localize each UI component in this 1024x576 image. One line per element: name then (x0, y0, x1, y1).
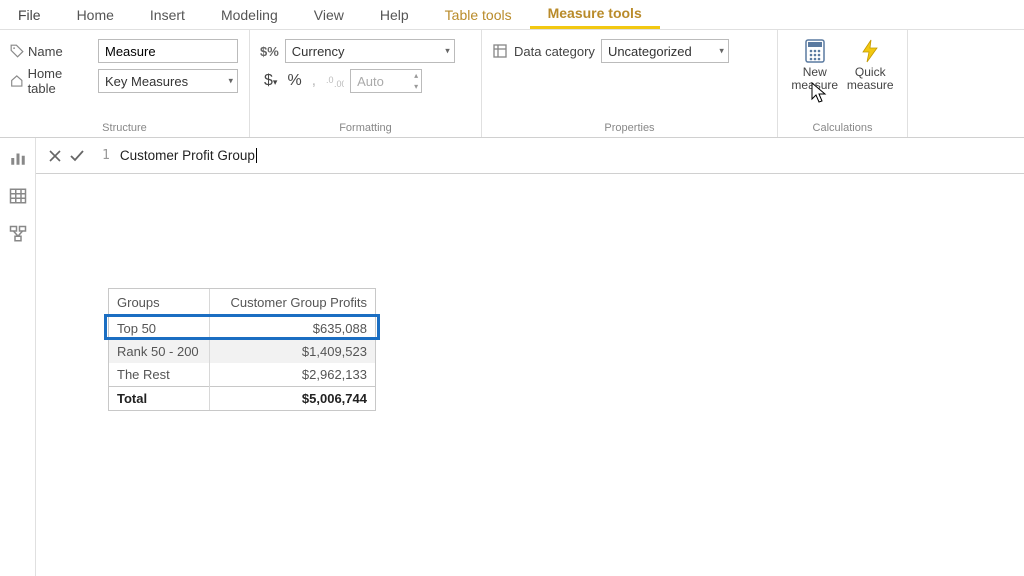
data-view-button[interactable] (8, 186, 28, 206)
home-icon (10, 74, 24, 88)
formula-bar: 1 Customer Profit Group (36, 138, 1024, 174)
data-category-label: Data category (492, 43, 595, 59)
formula-commit-button[interactable] (66, 145, 88, 167)
formula-line-number: 1 (102, 148, 110, 163)
tab-modeling[interactable]: Modeling (203, 0, 296, 29)
table-row[interactable]: The Rest $2,962,133 (109, 363, 375, 387)
thousands-button[interactable]: , (308, 72, 320, 90)
currency-button[interactable]: $▾ (260, 72, 281, 90)
svg-text:.00: .00 (334, 79, 344, 88)
table-total-row[interactable]: Total $5,006,744 (109, 387, 375, 411)
measure-name-input[interactable] (98, 39, 238, 63)
menu-bar: File Home Insert Modeling View Help Tabl… (0, 0, 1024, 30)
tab-insert[interactable]: Insert (132, 0, 203, 29)
new-measure-button[interactable]: New measure (788, 38, 842, 122)
home-table-select[interactable]: Key Measures▾ (98, 69, 238, 93)
name-label: Name (10, 44, 92, 59)
table-visual[interactable]: Groups Customer Group Profits Top 50 $63… (108, 288, 376, 411)
report-view-button[interactable] (8, 148, 28, 168)
svg-text:.0: .0 (326, 75, 334, 85)
ribbon-group-calculations: New measure Quick measure Calculations (778, 30, 908, 137)
check-icon (69, 149, 85, 163)
column-header-profits[interactable]: Customer Group Profits (209, 289, 375, 317)
model-view-button[interactable] (8, 224, 28, 244)
ribbon: Name Home table Key Measures▾ Structure … (0, 30, 1024, 138)
tab-help[interactable]: Help (362, 0, 427, 29)
group-label-calculations: Calculations (788, 122, 897, 137)
format-icon-label: $% (260, 44, 279, 59)
format-select[interactable]: Currency▾ (285, 39, 455, 63)
decimal-icon: .0.00 (326, 74, 344, 88)
table-header-row: Groups Customer Group Profits (109, 289, 375, 317)
calculator-icon (803, 38, 827, 64)
decimal-shift-button[interactable]: .0.00 (322, 74, 348, 88)
ribbon-group-structure: Name Home table Key Measures▾ Structure (0, 30, 250, 137)
tab-file[interactable]: File (0, 0, 59, 29)
view-switcher (0, 138, 36, 576)
ribbon-group-formatting: $% Currency▾ $▾ % , .0.00 Auto ▴ ▾ (250, 30, 482, 137)
data-category-select[interactable]: Uncategorized▾ (601, 39, 729, 63)
bar-chart-icon (9, 149, 27, 167)
table-icon (9, 187, 27, 205)
x-icon (48, 149, 62, 163)
report-canvas[interactable]: Groups Customer Group Profits Top 50 $63… (36, 174, 1024, 576)
quick-measure-icon (858, 38, 882, 64)
decimals-select[interactable]: Auto ▴ ▾ (350, 69, 422, 93)
group-label-properties: Properties (492, 122, 767, 137)
table-row[interactable]: Rank 50 - 200 $1,409,523 (109, 340, 375, 363)
mouse-cursor (811, 82, 829, 104)
table-row[interactable]: Top 50 $635,088 (109, 317, 375, 341)
tag-icon (10, 44, 24, 58)
group-label-structure: Structure (10, 122, 239, 137)
tab-measure-tools[interactable]: Measure tools (530, 0, 660, 29)
model-icon (9, 225, 27, 243)
tab-table-tools[interactable]: Table tools (427, 0, 530, 29)
tab-home[interactable]: Home (59, 0, 132, 29)
home-table-label: Home table (10, 66, 92, 96)
ribbon-group-properties: Data category Uncategorized▾ Properties (482, 30, 778, 137)
group-label-formatting: Formatting (260, 122, 471, 137)
tab-view[interactable]: View (296, 0, 362, 29)
column-header-groups[interactable]: Groups (109, 289, 209, 317)
percent-button[interactable]: % (283, 72, 305, 90)
formula-input[interactable]: Customer Profit Group (120, 148, 257, 164)
formula-cancel-button[interactable] (44, 145, 66, 167)
category-icon (492, 43, 508, 59)
quick-measure-button[interactable]: Quick measure (844, 38, 898, 122)
